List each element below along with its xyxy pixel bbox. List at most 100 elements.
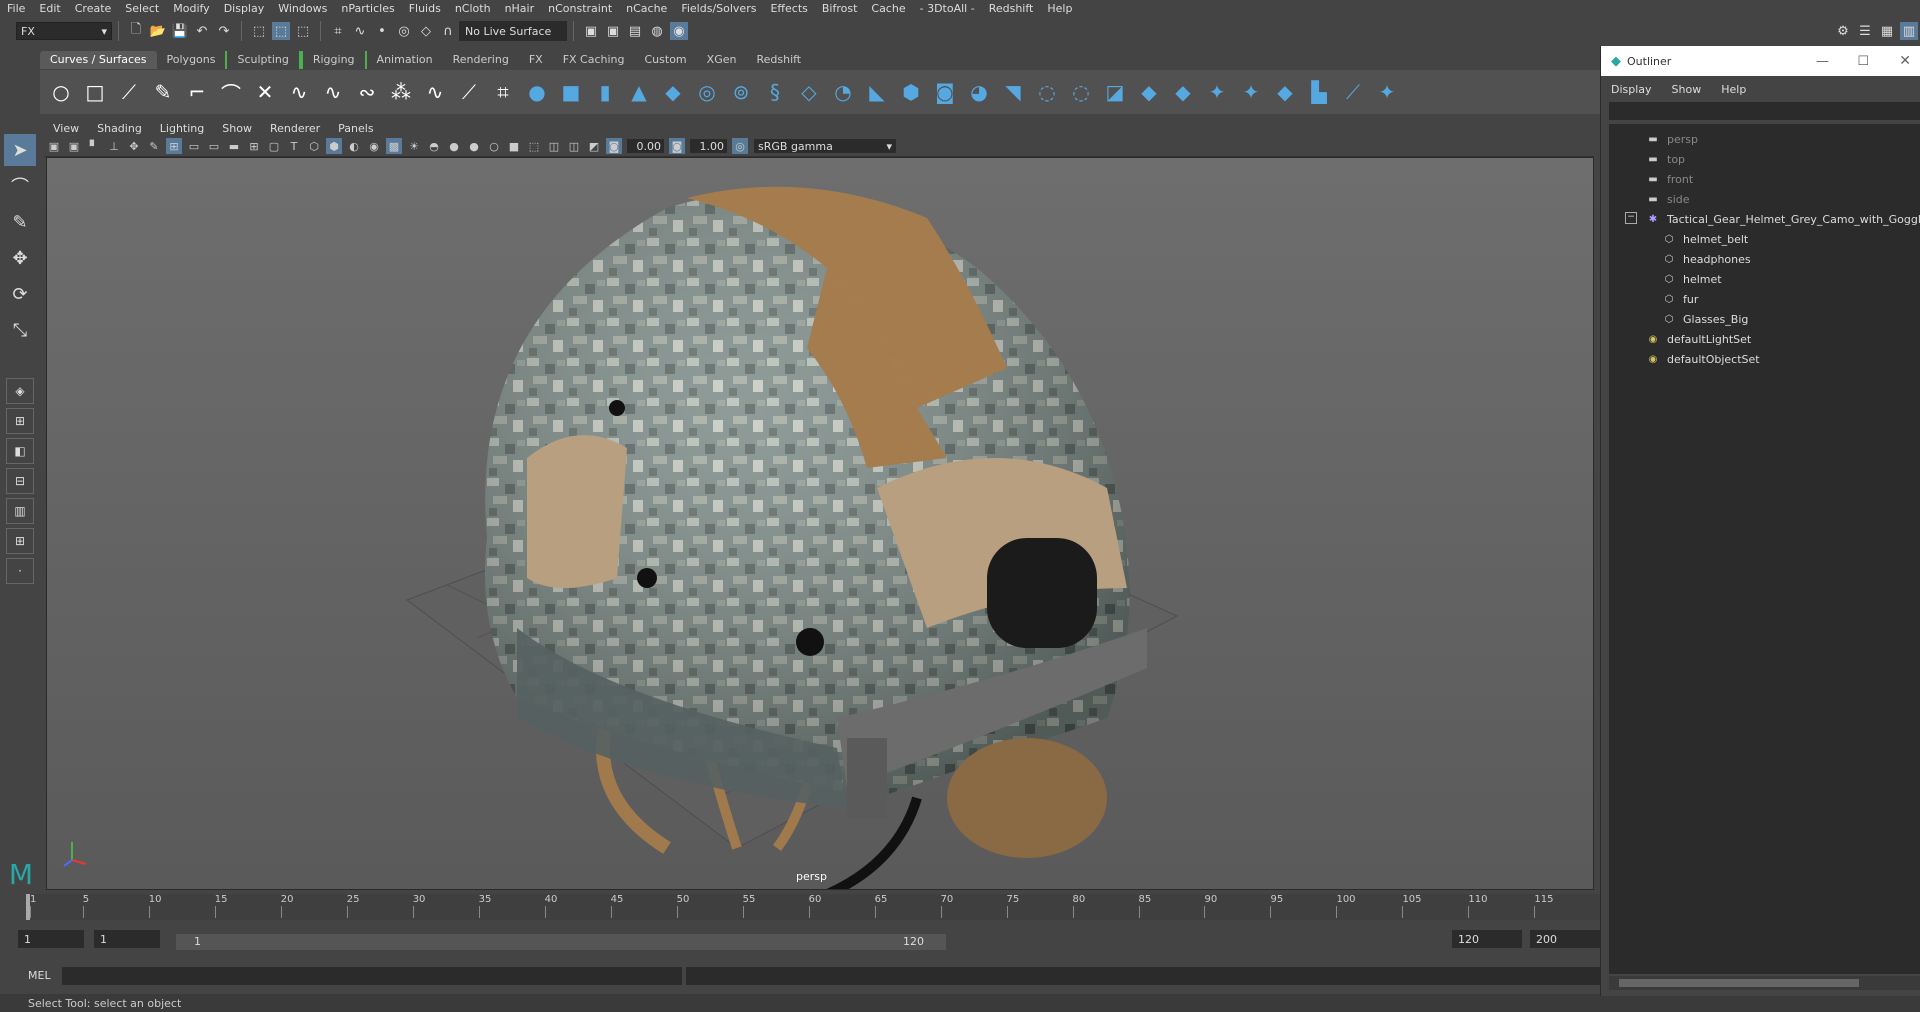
curve-extend-icon[interactable]: ⟋	[455, 78, 483, 106]
viewport-menu-shading[interactable]: Shading	[88, 122, 151, 135]
lasso-tool-icon[interactable]: ⌒	[4, 170, 36, 202]
menu-modify[interactable]: Modify	[166, 2, 216, 15]
shelf-tab-curves-surfaces[interactable]: Curves / Surfaces	[40, 51, 157, 69]
curve-insert-icon[interactable]: ∾	[353, 78, 381, 106]
time-slider[interactable]: 1 5 10 15 20 25 30 35 40 45 50 55 60 65 70 75 80 85 90 95 10…	[26, 894, 1600, 920]
cv-curve-icon[interactable]: ⌐	[183, 78, 211, 106]
perspective-outliner-layout-icon[interactable]: ◧	[6, 438, 34, 464]
menu-ncloth[interactable]: nCloth	[448, 2, 498, 15]
viewport-menu-show[interactable]: Show	[213, 122, 261, 135]
outliner-item-helmet-belt[interactable]: ⬡ helmet_belt	[1661, 230, 1749, 248]
birail-icon[interactable]: ◣	[863, 78, 891, 106]
menu-nparticles[interactable]: nParticles	[334, 2, 401, 15]
exposure-field[interactable]: 0.00	[627, 139, 664, 153]
viewport-menu-view[interactable]: View	[44, 122, 88, 135]
outliner-menu-show[interactable]: Show	[1662, 83, 1712, 96]
menu-fluids[interactable]: Fluids	[402, 2, 448, 15]
grid-toggle-icon[interactable]: ⊞	[166, 138, 182, 154]
nurbs-cube-icon[interactable]: ■	[557, 78, 585, 106]
menu-nconstraint[interactable]: nConstraint	[541, 2, 619, 15]
pencil-curve-icon[interactable]: ✎	[149, 78, 177, 106]
anti-aliasing-icon[interactable]: ○	[486, 138, 502, 154]
outliner-item-top[interactable]: ▬ top	[1645, 150, 1685, 168]
minimize-icon[interactable]: —	[1816, 54, 1829, 69]
outliner-item-glasses-big[interactable]: ⬡ Glasses_Big	[1661, 310, 1749, 328]
menu-display[interactable]: Display	[217, 2, 272, 15]
channel-box-icon[interactable]: ▥	[1900, 22, 1918, 40]
bevel-icon[interactable]: ◕	[965, 78, 993, 106]
view-transform-dropdown[interactable]: sRGB gamma ▾	[754, 139, 896, 153]
current-time-indicator[interactable]	[26, 894, 30, 920]
revolve-icon[interactable]: ⊚	[727, 78, 755, 106]
undo-icon[interactable]: ↶	[193, 22, 211, 40]
nurbs-cone-icon[interactable]: ▲	[625, 78, 653, 106]
snap-point-icon[interactable]: •	[373, 22, 391, 40]
xray-components-icon[interactable]: ◩	[586, 138, 602, 154]
planar-icon[interactable]: ◇	[795, 78, 823, 106]
shelf-tab-custom[interactable]: Custom	[635, 51, 697, 69]
menu-nhair[interactable]: nHair	[498, 2, 542, 15]
playback-start-field[interactable]: 1	[94, 930, 160, 948]
save-scene-icon[interactable]: 💾	[171, 22, 189, 40]
boundary-icon[interactable]: ⬢	[897, 78, 925, 106]
shelf-tab-fx-caching[interactable]: FX Caching	[553, 51, 635, 69]
loft-icon[interactable]: §	[761, 78, 789, 106]
safe-title-icon[interactable]: T	[286, 138, 302, 154]
wireframe-icon[interactable]: ⬡	[306, 138, 322, 154]
curve-rebuild-icon[interactable]: ⁂	[387, 78, 415, 106]
render-frame-icon[interactable]: ▣	[582, 22, 600, 40]
shelf-tab-rendering[interactable]: Rendering	[443, 51, 519, 69]
field-chart-icon[interactable]: ⊞	[246, 138, 262, 154]
shelf-tab-rigging[interactable]: Rigging	[300, 51, 367, 69]
menu-windows[interactable]: Windows	[271, 2, 334, 15]
gamma-field[interactable]: 1.00	[690, 139, 727, 153]
arc-icon[interactable]: ⌒	[217, 78, 245, 106]
viewport-menu-lighting[interactable]: Lighting	[151, 122, 213, 135]
intersect-surface-icon[interactable]: ◌	[1067, 78, 1095, 106]
menu-set-dropdown[interactable]: FX ▾	[16, 22, 112, 40]
hypershade-layout-icon[interactable]: ▥	[6, 498, 34, 524]
shelf-tab-polygons[interactable]: Polygons	[157, 51, 226, 69]
maximize-icon[interactable]: ☐	[1857, 54, 1869, 69]
outliner-item-headphones[interactable]: ⬡ headphones	[1661, 250, 1751, 268]
outliner-item-front[interactable]: ▬ front	[1645, 170, 1693, 188]
outliner-item-defaultobjectset[interactable]: ◉ defaultObjectSet	[1645, 350, 1760, 368]
end-time-field[interactable]: 200	[1530, 930, 1600, 948]
nurbs-circle-icon[interactable]: ○	[47, 78, 75, 106]
align-surfaces-icon[interactable]: ✦	[1237, 78, 1265, 106]
paint-select-icon[interactable]: ✎	[4, 206, 36, 238]
menu-edit[interactable]: Edit	[32, 2, 67, 15]
tool-settings-icon[interactable]: ▦	[1878, 22, 1896, 40]
outliner-search-input[interactable]	[1609, 102, 1920, 120]
menu-redshift[interactable]: Redshift	[982, 2, 1041, 15]
perspective-uv-layout-icon[interactable]: ⊞	[6, 528, 34, 554]
wireframe-on-shaded-icon[interactable]: ◉	[366, 138, 382, 154]
outliner-menu-help[interactable]: Help	[1711, 83, 1756, 96]
trim-tool-icon[interactable]: ◪	[1101, 78, 1129, 106]
menu-create[interactable]: Create	[68, 2, 119, 15]
outliner-item-helmet[interactable]: ⬡ helmet	[1661, 270, 1722, 288]
snap-grid-icon[interactable]: ⌗	[329, 22, 347, 40]
safe-action-icon[interactable]: ▢	[266, 138, 282, 154]
ep-curve-icon[interactable]: ⟋	[115, 78, 143, 106]
redo-icon[interactable]: ↷	[215, 22, 233, 40]
render-view-icon[interactable]: ◉	[670, 22, 688, 40]
bookmark-icon[interactable]: ▘	[86, 138, 102, 154]
shadows-icon[interactable]: ◓	[426, 138, 442, 154]
menu-file[interactable]: File	[0, 2, 32, 15]
isolate-select-icon[interactable]: ⬚	[526, 138, 542, 154]
menu-3dtoall[interactable]: - 3DtoAll -	[913, 2, 982, 15]
extrude-icon[interactable]: ◔	[829, 78, 857, 106]
depth-of-field-icon[interactable]: ■	[506, 138, 522, 154]
rebuild-surface-icon[interactable]: ✦	[1373, 78, 1401, 106]
detach-surfaces-icon[interactable]: ✦	[1203, 78, 1231, 106]
use-all-lights-icon[interactable]: ☀	[406, 138, 422, 154]
layout-options-icon[interactable]: ·	[6, 558, 34, 584]
perspective-viewport[interactable]	[46, 157, 1594, 890]
insert-isoparm-icon[interactable]: ▙	[1305, 78, 1333, 106]
snap-curve-icon[interactable]: ∿	[351, 22, 369, 40]
camera-select-icon[interactable]: ▣	[46, 138, 62, 154]
select-tool-icon[interactable]: ➤	[4, 134, 36, 166]
nurbs-plane-icon[interactable]: ◆	[659, 78, 687, 106]
resolution-gate-icon[interactable]: ▭	[206, 138, 222, 154]
